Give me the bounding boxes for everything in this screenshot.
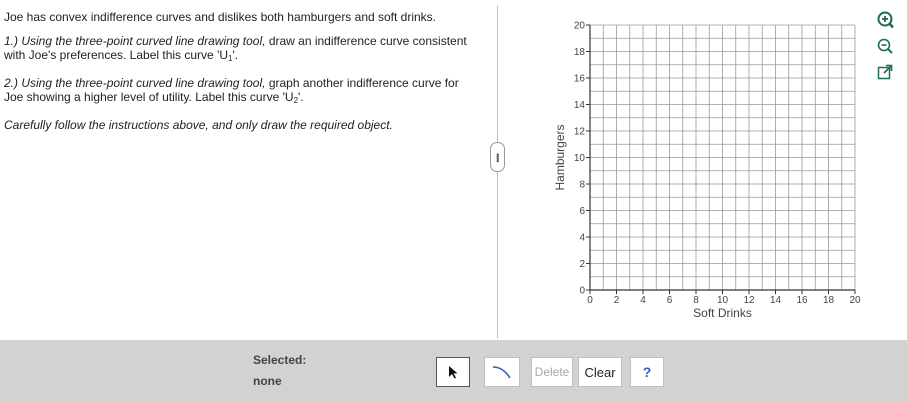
question-note: Carefully follow the instructions above,… xyxy=(4,118,393,132)
question-step-2: 2.) Using the three-point curved line dr… xyxy=(4,76,474,108)
y-tick-label: 4 xyxy=(579,233,585,244)
delete-button[interactable]: Delete xyxy=(531,357,573,387)
x-axis-title: Soft Drinks xyxy=(693,306,752,320)
y-tick-label: 14 xyxy=(574,100,586,111)
clear-button[interactable]: Clear xyxy=(578,357,622,387)
y-tick-label: 6 xyxy=(579,206,585,217)
step-2-italic: 2.) Using the three-point curved line dr… xyxy=(4,76,266,90)
y-axis-title: Hamburgers xyxy=(553,124,567,190)
graph-tools xyxy=(875,10,895,82)
x-tick-label: 10 xyxy=(717,295,729,306)
pointer-tool-button[interactable] xyxy=(436,357,470,387)
drawing-toolbar: Selected: none Delete Clear ? xyxy=(0,340,907,402)
curve-line-icon xyxy=(492,366,511,379)
y-tick-label: 8 xyxy=(579,180,585,191)
question-step-1: 1.) Using the three-point curved line dr… xyxy=(4,34,474,66)
question-intro: Joe has convex indifference curves and d… xyxy=(4,10,437,24)
x-tick-label: 2 xyxy=(614,295,620,306)
help-button[interactable]: ? xyxy=(630,357,664,387)
popout-icon[interactable] xyxy=(875,62,895,82)
y-tick-label: 20 xyxy=(574,21,586,32)
selected-label: Selected: xyxy=(253,353,307,367)
y-tick-label: 16 xyxy=(574,74,586,85)
x-tick-label: 6 xyxy=(667,295,673,306)
arrow-pointer-icon xyxy=(449,366,458,379)
x-tick-label: 20 xyxy=(849,295,861,306)
question-panel: Joe has convex indifference curves and d… xyxy=(0,0,486,340)
x-tick-label: 18 xyxy=(823,295,835,306)
x-tick-label: 8 xyxy=(693,295,699,306)
x-tick-label: 0 xyxy=(587,295,593,306)
y-tick-label: 10 xyxy=(574,153,586,164)
x-tick-label: 12 xyxy=(743,295,755,306)
x-tick-label: 14 xyxy=(770,295,782,306)
y-tick-label: 0 xyxy=(579,286,585,297)
grip-icon: •••• xyxy=(492,152,503,162)
selected-value: none xyxy=(253,374,282,388)
step-1-end: '. xyxy=(232,48,239,62)
step-2-end: '. xyxy=(298,90,304,104)
x-tick-label: 4 xyxy=(640,295,646,306)
y-tick-label: 2 xyxy=(579,259,585,270)
zoom-out-icon[interactable] xyxy=(875,36,895,56)
curve-tool-button[interactable] xyxy=(484,357,520,387)
pane-resize-handle[interactable]: •••• xyxy=(490,142,505,172)
zoom-in-icon[interactable] xyxy=(875,10,895,30)
pane-divider xyxy=(497,6,498,338)
y-tick-label: 18 xyxy=(574,47,586,58)
x-tick-label: 16 xyxy=(796,295,808,306)
graph-area[interactable]: 0 2 4 6 8 10 12 14 16 18 20 0 2 4 6 8 10 12 14 16 18 20 Soft D… xyxy=(545,20,865,332)
step-1-italic: 1.) Using the three-point curved line dr… xyxy=(4,34,266,48)
y-tick-label: 12 xyxy=(574,127,586,138)
